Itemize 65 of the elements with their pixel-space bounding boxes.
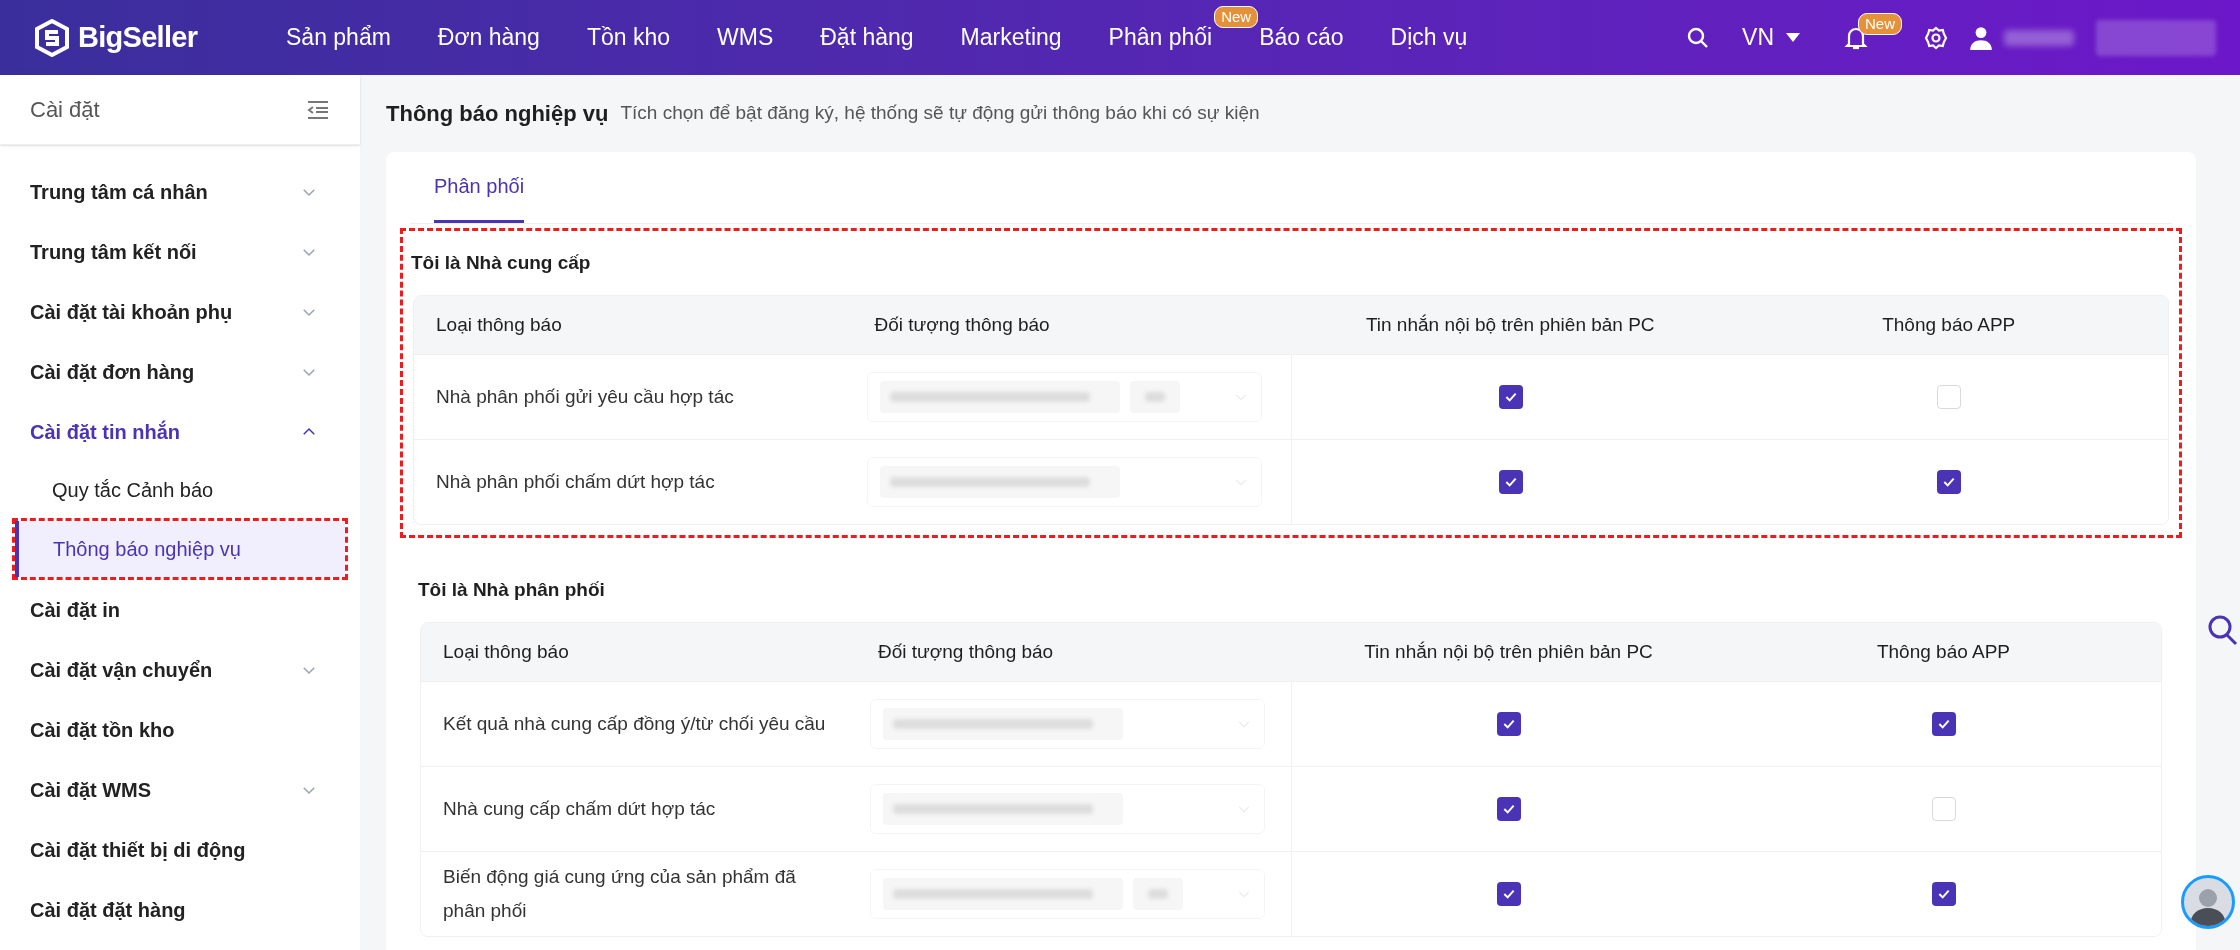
sidebar-item[interactable]: Cài đặt tài khoản phụ <box>0 282 360 342</box>
column-header: Thông báo APP <box>1881 312 2017 337</box>
table-cell-text: Biến động giá cung ứng của sản phẩm đã phân phối <box>443 865 797 923</box>
settings-icon[interactable] <box>1924 25 1948 50</box>
language-select[interactable]: VN <box>1742 20 1800 55</box>
nav-link[interactable]: Báo cáo <box>1259 24 1344 51</box>
sidebar-item[interactable]: Cài đặt tồn kho <box>0 700 360 760</box>
collapse-icon[interactable] <box>306 99 330 120</box>
checkbox[interactable] <box>1498 385 1523 409</box>
page-subtitle: Tích chọn để bật đăng ký, hệ thống sẽ tự động gửi thông báo khi có sự kiện <box>620 101 1260 126</box>
sidebar-subitem[interactable]: Thông báo nghiệp vụ <box>15 521 345 577</box>
checkbox[interactable] <box>1936 470 1961 494</box>
column-header: Đối tượng thông báo <box>877 639 1055 664</box>
nav-link[interactable]: Đơn hàng <box>437 24 540 51</box>
checkbox[interactable] <box>1497 712 1521 736</box>
checkbox[interactable] <box>1931 712 1956 736</box>
logo-icon <box>34 18 70 57</box>
column-header: Loại thông báo <box>442 639 570 664</box>
sidebar-item[interactable]: Trung tâm kết nối <box>0 222 360 282</box>
new-badge: New <box>1858 12 1902 35</box>
sidebar-title: Cài đặt <box>30 96 100 124</box>
checkbox[interactable] <box>1497 797 1521 821</box>
column-header: Loại thông báo <box>435 312 563 337</box>
redacted-tag <box>1133 878 1183 910</box>
page-title: Thông báo nghiệp vụ <box>386 100 609 128</box>
sidebar-item[interactable]: Cài đặt đặt hàng <box>0 880 360 940</box>
section-title: Tôi là Nhà cung cấp <box>410 250 592 275</box>
nav-link[interactable]: Đặt hàng <box>820 24 914 51</box>
nav-link[interactable]: Sản phẩm <box>286 24 391 51</box>
redacted-tag <box>1129 381 1180 413</box>
sidebar-subitem[interactable]: Quy tắc Cảnh báo <box>12 462 348 518</box>
checkbox[interactable] <box>1936 385 1961 409</box>
nav-link[interactable]: WMS <box>717 24 774 51</box>
redacted-username <box>2004 29 2074 46</box>
sidebar-item[interactable]: Cài đặt thiết bị di động <box>0 820 360 880</box>
checkbox[interactable] <box>1931 882 1956 906</box>
table-cell-text: Nhà cung cấp chấm dứt hợp tác <box>443 797 716 821</box>
nav-link[interactable]: Marketing <box>960 24 1062 51</box>
tab[interactable]: Phân phối <box>434 152 525 223</box>
sidebar-item[interactable]: Cài đặt đơn hàng <box>0 342 360 402</box>
logo-text: BigSeller <box>78 19 198 55</box>
sidebar-item[interactable]: Cài đặt in <box>0 580 360 640</box>
support-avatar[interactable] <box>2181 875 2235 929</box>
table-cell-text: Nhà phân phối chấm dứt hợp tác <box>436 470 715 494</box>
column-header: Thông báo APP <box>1875 639 2012 664</box>
nav-link[interactable]: Dịch vụ <box>1390 24 1468 51</box>
sidebar-item[interactable]: Cài đặt vận chuyển <box>0 640 360 700</box>
column-header: Tin nhắn nội bộ trên phiên bản PC <box>1364 312 1656 337</box>
checkbox[interactable] <box>1498 470 1523 494</box>
new-badge: New <box>1214 6 1259 29</box>
checkbox[interactable] <box>1931 797 1956 821</box>
search-icon[interactable] <box>2208 615 2238 647</box>
checkbox[interactable] <box>1497 882 1521 906</box>
sidebar-item[interactable]: Trung tâm cá nhân <box>0 162 360 222</box>
sidebar-item[interactable]: Cài đặt tin nhắn <box>0 402 360 462</box>
sidebar-item[interactable]: Cài đặt WMS <box>0 760 360 820</box>
nav-link[interactable]: Tồn kho <box>586 24 670 51</box>
nav-link[interactable]: Phân phối <box>1108 24 1213 51</box>
table-cell-text: Nhà phân phối gửi yêu cầu hợp tác <box>436 385 734 409</box>
table-cell-text: Kết quả nhà cung cấp đồng ý/từ chối yêu cầu <box>443 712 826 736</box>
user-icon[interactable] <box>1968 24 1994 51</box>
column-header: Tin nhắn nội bộ trên phiên bản PC <box>1363 639 1654 664</box>
section-title: Tôi là Nhà phân phối <box>417 577 606 602</box>
column-header: Đối tượng thông báo <box>873 312 1051 337</box>
caret-down-icon <box>1786 32 1800 43</box>
